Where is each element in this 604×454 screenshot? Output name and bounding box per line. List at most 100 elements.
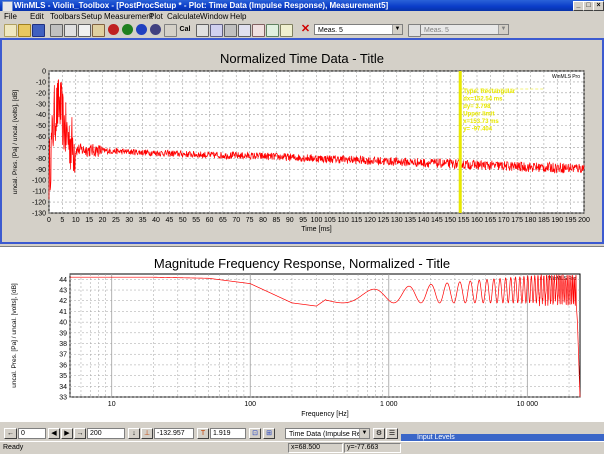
menu-toolbars[interactable]: Toolbars bbox=[50, 11, 80, 22]
x-tick-label: 110 bbox=[338, 217, 349, 224]
delete-icon[interactable]: ✕ bbox=[300, 24, 311, 35]
open-folder-icon[interactable] bbox=[18, 24, 31, 37]
x-readout: x=68.500 bbox=[288, 443, 343, 453]
copy-icon[interactable] bbox=[78, 24, 91, 37]
y-min-input[interactable]: -132.957 bbox=[154, 428, 194, 439]
grid-icon[interactable]: ⊞ bbox=[263, 428, 275, 439]
x-tick-label: 200 bbox=[578, 217, 590, 224]
y-tick-label: -40 bbox=[36, 112, 46, 119]
close-button[interactable]: × bbox=[593, 1, 604, 11]
check-icon[interactable] bbox=[266, 24, 279, 37]
y-tick-label: 34 bbox=[59, 384, 67, 391]
grid-icon[interactable] bbox=[164, 24, 177, 37]
zoom-icon[interactable] bbox=[210, 24, 223, 37]
x-tick-label: 80 bbox=[259, 217, 267, 224]
arrow-right-icon[interactable]: → bbox=[74, 428, 86, 439]
y-tick-label: -50 bbox=[36, 123, 46, 130]
x-tick-label: 120 bbox=[364, 217, 376, 224]
y-tick-label: -30 bbox=[36, 101, 46, 108]
menu-file[interactable]: File bbox=[4, 11, 17, 22]
y-tick-label: 41 bbox=[59, 309, 67, 316]
plot-area bbox=[69, 273, 581, 398]
menu-measurement[interactable]: Measurement bbox=[104, 11, 153, 22]
x-tick-label: 150 bbox=[444, 217, 456, 224]
cut-icon[interactable] bbox=[64, 24, 77, 37]
x-tick-label: 180 bbox=[525, 217, 537, 224]
x-tick-label: 190 bbox=[551, 217, 563, 224]
x-tick-label: 15 bbox=[85, 217, 93, 224]
start-input[interactable]: 0 bbox=[18, 428, 46, 439]
menu-calculate[interactable]: Calculate bbox=[167, 11, 200, 22]
chevron-down-icon: ▼ bbox=[392, 25, 402, 34]
help-icon[interactable] bbox=[280, 24, 293, 37]
plot-type-select[interactable]: Time Data (Impulse Resp ▼ bbox=[285, 428, 370, 439]
frequency-response-panel: Magnitude Frequency Response, Normalized… bbox=[0, 246, 604, 422]
x-tick-label: 20 bbox=[99, 217, 107, 224]
arrow-right-icon[interactable]: ▶ bbox=[61, 428, 73, 439]
x-tick-label: 165 bbox=[485, 217, 497, 224]
new-file-icon[interactable] bbox=[4, 24, 17, 37]
frequency-response-chart[interactable]: 10 100 1 000 10 000 44 43 42 41 40 39 38 37 36 35 34 33… bbox=[0, 247, 604, 423]
y-tick-label: 33 bbox=[59, 395, 67, 402]
cal-button[interactable]: Cal bbox=[178, 24, 192, 35]
x-tick-label: 10 bbox=[72, 217, 80, 224]
measurement-select-2-value: Meas. 5 bbox=[424, 27, 449, 34]
y-tick-label: -90 bbox=[36, 167, 46, 174]
stop-icon[interactable] bbox=[150, 24, 161, 35]
arrow-left-icon[interactable]: ← bbox=[4, 428, 17, 439]
x-tick-label: 5 bbox=[60, 217, 64, 224]
menu-setup[interactable]: Setup bbox=[81, 11, 102, 22]
y-axis-label: uncal. Pres. [Pa] / uncal. [volts], [dB] bbox=[11, 283, 18, 388]
y-tick-label: 40 bbox=[59, 320, 67, 327]
zoom-fit-icon[interactable]: ⊡ bbox=[249, 428, 261, 439]
measurement-select-value: Meas. 5 bbox=[318, 27, 343, 34]
x-tick-label: 130 bbox=[391, 217, 403, 224]
record-icon[interactable] bbox=[108, 24, 119, 35]
x-tick-label: 75 bbox=[246, 217, 254, 224]
menu-plot[interactable]: Plot bbox=[149, 11, 163, 22]
menu-edit[interactable]: Edit bbox=[30, 11, 44, 22]
input-levels-title: Input Levels bbox=[417, 434, 455, 441]
y-tick-label: -130 bbox=[32, 211, 46, 218]
peak-icon[interactable] bbox=[252, 24, 265, 37]
chevron-down-icon: ▼ bbox=[359, 429, 369, 438]
end-input[interactable]: 200 bbox=[87, 428, 125, 439]
arrow-left-icon[interactable]: ◀ bbox=[48, 428, 60, 439]
y-tick-label: -70 bbox=[36, 145, 46, 152]
x-tick-label: 10 bbox=[108, 401, 116, 408]
watermark-label: WinMLS Pro bbox=[552, 74, 580, 80]
play-icon[interactable] bbox=[122, 24, 133, 35]
x-tick-label: 65 bbox=[219, 217, 227, 224]
paste-icon[interactable] bbox=[92, 24, 105, 37]
arrow-down-icon[interactable]: ↓ bbox=[128, 428, 140, 439]
status-bar: Ready x=68.500 y=-77.663 bbox=[0, 441, 604, 454]
table-icon[interactable] bbox=[196, 24, 209, 37]
wave-icon[interactable] bbox=[238, 24, 251, 37]
y-min-icon[interactable]: ⊥ bbox=[141, 428, 153, 439]
x-tick-label: 55 bbox=[192, 217, 200, 224]
measure-icon[interactable] bbox=[136, 24, 147, 35]
window-title: WinMLS - Violin_Toolbox - [PostProcSetup… bbox=[14, 1, 389, 10]
y-tick-label: -110 bbox=[33, 189, 47, 196]
menu-help[interactable]: Help bbox=[230, 11, 246, 22]
menu-window[interactable]: Window bbox=[200, 11, 228, 22]
cursor-annotation: x=153.73 ms bbox=[463, 119, 499, 125]
y-max-input[interactable]: 1.919 bbox=[210, 428, 246, 439]
print-icon[interactable] bbox=[50, 24, 63, 37]
y-tick-label: -80 bbox=[36, 156, 46, 163]
cursor-marker bbox=[458, 71, 462, 213]
measurement-select-2[interactable]: Meas. 5 ▼ bbox=[420, 24, 509, 35]
list-icon[interactable]: ☰ bbox=[386, 428, 398, 439]
settings-icon[interactable]: ⚙ bbox=[373, 428, 385, 439]
y-max-icon[interactable]: T bbox=[197, 428, 209, 439]
edit-icon[interactable] bbox=[224, 24, 237, 37]
x-tick-label: 95 bbox=[299, 217, 307, 224]
cursor-annotation: dx=152.54 ms bbox=[463, 97, 503, 103]
chevron-down-icon: ▼ bbox=[498, 25, 508, 34]
y-tick-label: 0 bbox=[42, 69, 46, 76]
time-data-chart[interactable]: 0 5 10 15 20 25 30 35 40 45 50 55 60 65 70 75 80 85 90 95 10… bbox=[2, 40, 602, 242]
save-icon[interactable] bbox=[32, 24, 45, 37]
x-tick-label: 10 000 bbox=[517, 401, 539, 408]
measurement-select[interactable]: Meas. 5 ▼ bbox=[314, 24, 403, 35]
x-tick-label: 160 bbox=[471, 217, 483, 224]
